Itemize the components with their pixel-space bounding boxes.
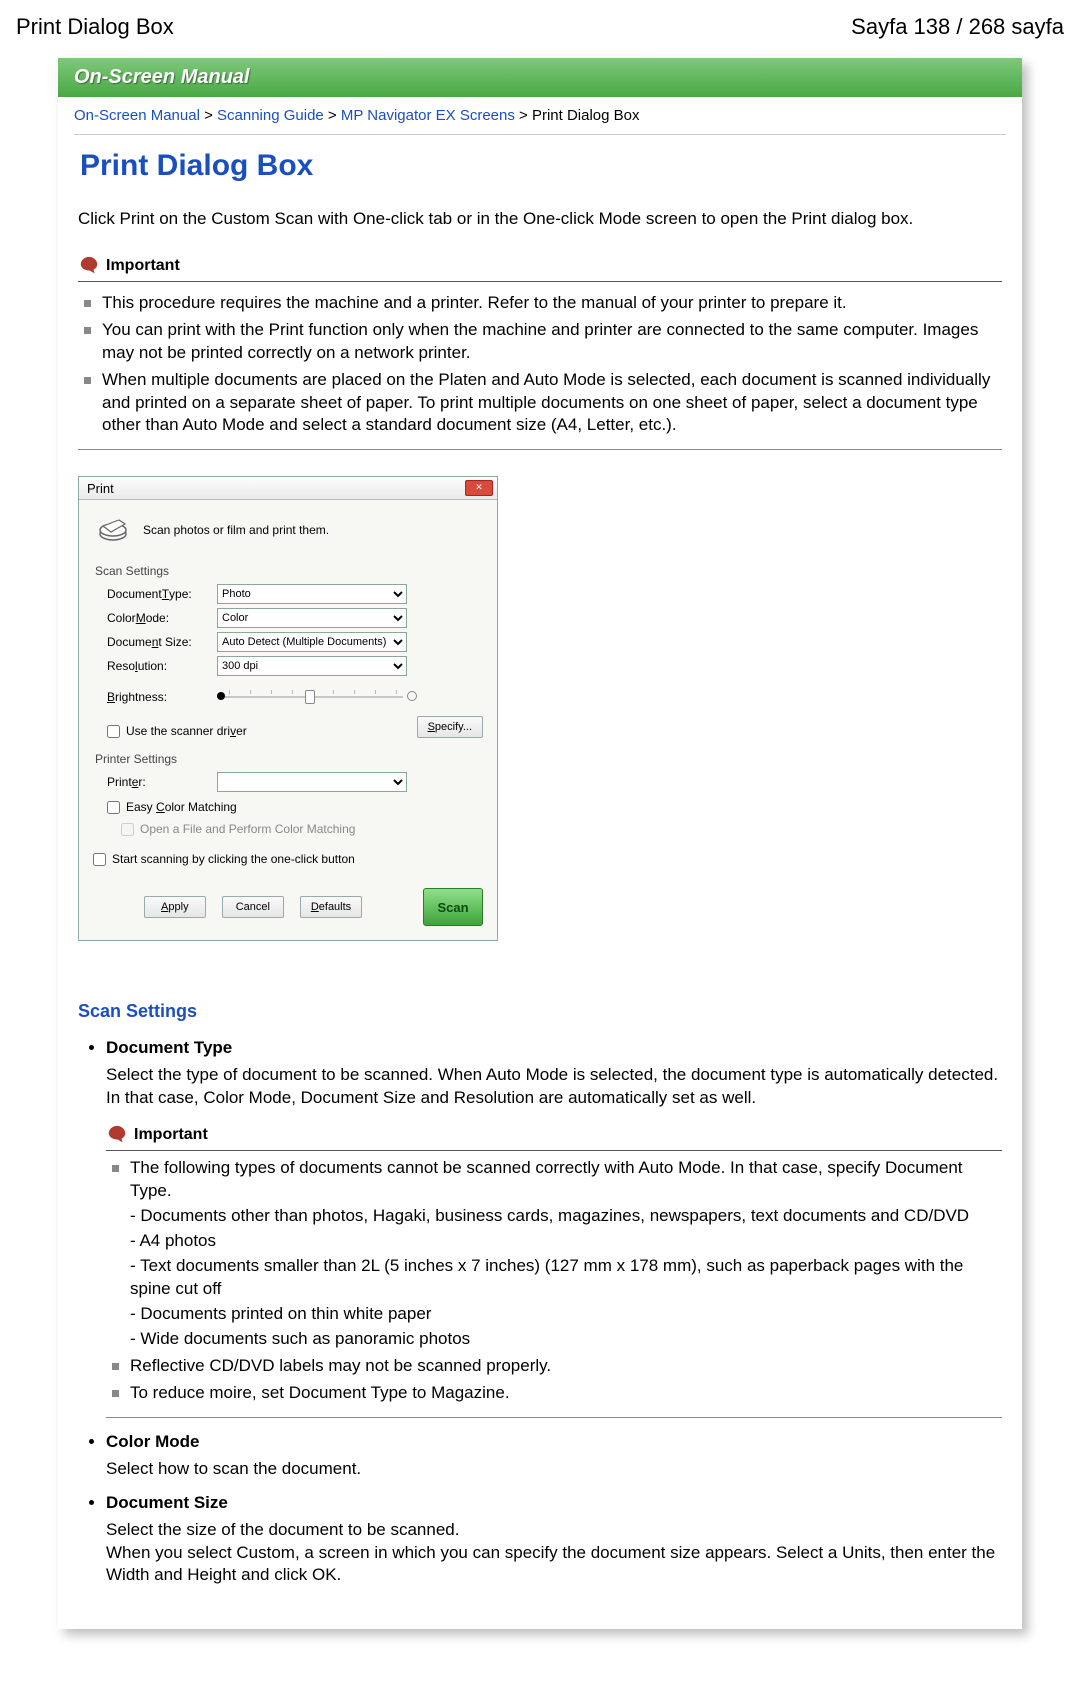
item-title-document-type: Document Type bbox=[106, 1038, 232, 1057]
checkbox-use-scanner-driver[interactable]: Use the scanner driver bbox=[107, 724, 247, 738]
item-title-document-size: Document Size bbox=[106, 1493, 228, 1512]
dialog-header: Scan photos or film and print them. bbox=[79, 500, 497, 558]
checkbox-open-file-color-matching: Open a File and Perform Color Matching bbox=[107, 822, 483, 836]
important-label: Important bbox=[134, 1126, 208, 1144]
close-button[interactable]: ✕ bbox=[465, 480, 493, 496]
label-color-mode: Color Mode: bbox=[107, 611, 217, 625]
defaults-button[interactable]: Defaults bbox=[300, 896, 362, 918]
item-subline: - Documents other than photos, Hagaki, b… bbox=[130, 1205, 1002, 1228]
important-list: The following types of documents cannot … bbox=[106, 1155, 1002, 1406]
scanner-icon bbox=[97, 514, 129, 546]
dialog-title: Print bbox=[87, 481, 114, 496]
breadcrumb: On-Screen Manual > Scanning Guide > MP N… bbox=[58, 97, 1022, 130]
important-item: To reduce moire, set Document Type to Ma… bbox=[106, 1380, 1002, 1407]
dialog-titlebar: Print ✕ bbox=[79, 477, 497, 500]
specify-button[interactable]: Specify... bbox=[417, 716, 483, 738]
crumb-manual[interactable]: On-Screen Manual bbox=[74, 107, 200, 124]
list-item: Document Type Select the type of documen… bbox=[106, 1038, 1002, 1417]
item-body: Select the size of the document to be sc… bbox=[106, 1519, 1002, 1542]
print-dialog: Print ✕ Scan photos or film and print th… bbox=[78, 476, 498, 941]
checkbox-easy-color-matching[interactable]: Easy Color Matching bbox=[107, 800, 483, 814]
checkbox-input[interactable] bbox=[107, 725, 120, 738]
important-item: You can print with the Print function on… bbox=[78, 317, 1002, 367]
checkbox-input[interactable] bbox=[93, 853, 106, 866]
divider bbox=[74, 134, 1006, 135]
item-body: Select how to scan the document. bbox=[106, 1458, 1002, 1481]
apply-button[interactable]: Apply bbox=[144, 896, 206, 918]
scan-settings-heading: Scan Settings bbox=[78, 1001, 1002, 1022]
important-icon bbox=[106, 1124, 128, 1146]
item-subline: - Documents printed on thin white paper bbox=[130, 1303, 1002, 1326]
important-item: The following types of documents cannot … bbox=[106, 1155, 1002, 1353]
crumb-scanning[interactable]: Scanning Guide bbox=[217, 107, 324, 124]
list-item: Color Mode Select how to scan the docume… bbox=[106, 1432, 1002, 1481]
select-document-type[interactable]: Photo bbox=[217, 584, 407, 604]
page-title: Print Dialog Box bbox=[80, 149, 1002, 183]
settings-list: Document Type Select the type of documen… bbox=[78, 1038, 1002, 1587]
label-resolution: Resolution: bbox=[107, 659, 217, 673]
crumb-current: Print Dialog Box bbox=[532, 107, 640, 124]
cancel-button[interactable]: Cancel bbox=[222, 896, 284, 918]
divider bbox=[106, 1417, 1002, 1418]
item-subline: - Text documents smaller than 2L (5 inch… bbox=[130, 1255, 1002, 1301]
item-title-color-mode: Color Mode bbox=[106, 1432, 200, 1451]
important-list: This procedure requires the machine and … bbox=[78, 290, 1002, 440]
select-resolution[interactable]: 300 dpi bbox=[217, 656, 407, 676]
divider bbox=[78, 449, 1002, 450]
group-printer-settings: Printer Settings bbox=[95, 752, 483, 766]
important-item: When multiple documents are placed on th… bbox=[78, 367, 1002, 440]
scan-button[interactable]: Scan bbox=[423, 888, 483, 926]
important-label: Important bbox=[106, 257, 180, 275]
label-printer: Printer: bbox=[107, 775, 217, 789]
important-item: This procedure requires the machine and … bbox=[78, 290, 1002, 317]
list-item: Document Size Select the size of the doc… bbox=[106, 1493, 1002, 1588]
brightness-slider[interactable] bbox=[217, 686, 417, 708]
label-brightness: Brightness: bbox=[107, 690, 217, 704]
manual-panel: On-Screen Manual On-Screen Manual > Scan… bbox=[58, 58, 1022, 1629]
important-header: Important bbox=[106, 1124, 1002, 1151]
select-document-size[interactable]: Auto Detect (Multiple Documents) bbox=[217, 632, 407, 652]
checkbox-one-click-start[interactable]: Start scanning by clicking the one-click… bbox=[93, 852, 483, 866]
item-body: When you select Custom, a screen in whic… bbox=[106, 1542, 1002, 1588]
important-item: Reflective CD/DVD labels may not be scan… bbox=[106, 1353, 1002, 1380]
page-header-right: Sayfa 138 / 268 sayfa bbox=[851, 14, 1064, 40]
select-color-mode[interactable]: Color bbox=[217, 608, 407, 628]
item-subline: - Wide documents such as panoramic photo… bbox=[130, 1328, 1002, 1351]
item-subline: - A4 photos bbox=[130, 1230, 1002, 1253]
intro-text: Click Print on the Custom Scan with One-… bbox=[78, 207, 1002, 231]
checkbox-input bbox=[121, 823, 134, 836]
item-body: Select the type of document to be scanne… bbox=[106, 1064, 1002, 1110]
item-text: The following types of documents cannot … bbox=[130, 1157, 1002, 1203]
dialog-subtitle: Scan photos or film and print them. bbox=[143, 523, 329, 537]
select-printer[interactable] bbox=[217, 772, 407, 792]
group-scan-settings: Scan Settings bbox=[95, 564, 483, 578]
important-header: Important bbox=[78, 255, 1002, 282]
important-icon bbox=[78, 255, 100, 277]
checkbox-input[interactable] bbox=[107, 801, 120, 814]
crumb-screens[interactable]: MP Navigator EX Screens bbox=[341, 107, 515, 124]
page-header-left: Print Dialog Box bbox=[16, 14, 174, 40]
label-document-size: Document Size: bbox=[107, 635, 217, 649]
label-document-type: Document Type: bbox=[107, 587, 217, 601]
banner-title: On-Screen Manual bbox=[58, 58, 1022, 97]
